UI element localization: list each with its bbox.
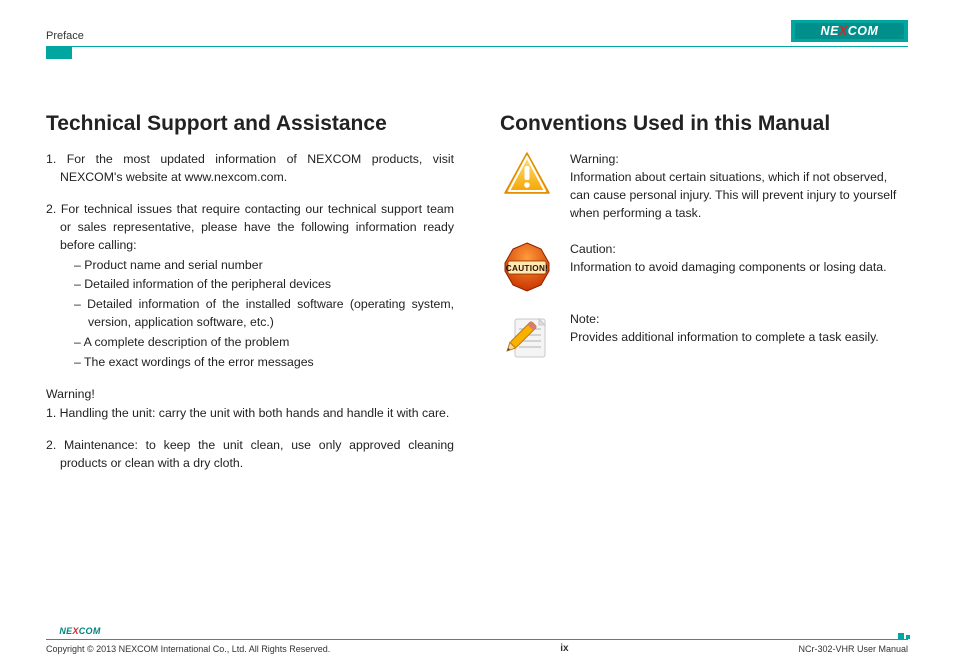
support-item-1: 1. For the most updated information of N… xyxy=(46,151,454,187)
nexcom-logo: NEXCOM xyxy=(791,20,908,42)
header-section: Preface xyxy=(46,30,84,42)
footer: NEXCOM Copyright © 2013 NEXCOM Internati… xyxy=(46,624,908,654)
support-sub-1: Product name and serial number xyxy=(88,257,454,275)
footer-copyright: Copyright © 2013 NEXCOM International Co… xyxy=(46,644,330,654)
support-item-2: 2. For technical issues that require con… xyxy=(46,201,454,371)
support-sub-5: The exact wordings of the error messages xyxy=(88,354,454,372)
warning-item-1: 1. Handling the unit: carry the unit wit… xyxy=(46,405,454,423)
warning-item-2: 2. Maintenance: to keep the unit clean, … xyxy=(46,437,454,473)
warning-title: Warning: xyxy=(570,151,908,169)
header-chip xyxy=(46,47,72,59)
warning-body: Information about certain situations, wh… xyxy=(570,169,908,222)
left-heading: Technical Support and Assistance xyxy=(46,109,454,139)
note-title: Note: xyxy=(570,311,908,329)
logo-post: COM xyxy=(848,24,879,38)
warning-label: Warning! xyxy=(46,386,454,404)
footer-doc-name: NCr-302-VHR User Manual xyxy=(798,644,908,654)
left-column: Technical Support and Assistance 1. For … xyxy=(46,109,454,487)
support-item-2-text: 2. For technical issues that require con… xyxy=(60,201,454,254)
support-sub-2: Detailed information of the peripheral d… xyxy=(88,276,454,294)
caution-icon: CAUTION! xyxy=(500,241,554,293)
footer-page-number: ix xyxy=(560,643,568,654)
logo-pre: NE xyxy=(821,24,839,38)
footer-logo: NEXCOM xyxy=(46,624,114,637)
svg-text:CAUTION!: CAUTION! xyxy=(506,264,548,273)
right-column: Conventions Used in this Manual xyxy=(500,109,908,487)
support-sub-4: A complete description of the problem xyxy=(88,334,454,352)
right-heading: Conventions Used in this Manual xyxy=(500,109,908,139)
note-body: Provides additional information to compl… xyxy=(570,329,908,347)
support-sub-3: Detailed information of the installed so… xyxy=(88,296,454,332)
caution-body: Information to avoid damaging components… xyxy=(570,259,908,277)
note-icon xyxy=(500,311,554,363)
header-rule xyxy=(46,46,908,47)
warning-icon xyxy=(500,151,554,197)
logo-x: X xyxy=(839,24,848,38)
caution-title: Caution: xyxy=(570,241,908,259)
footer-ornament xyxy=(898,633,910,639)
